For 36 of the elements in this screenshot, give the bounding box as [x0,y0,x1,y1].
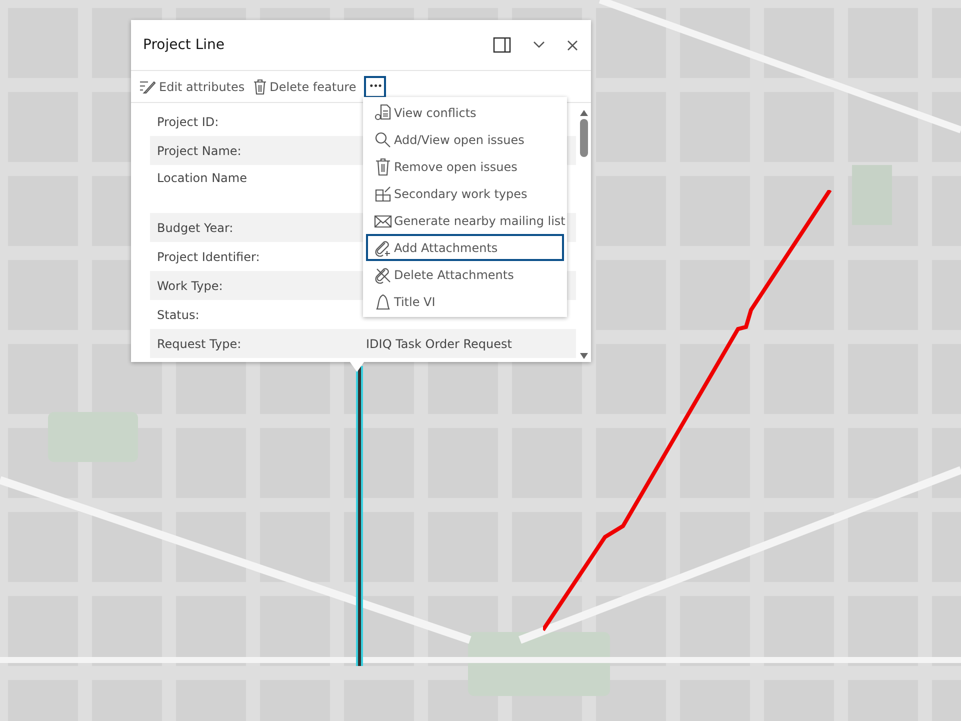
scroll-down-icon[interactable] [578,352,588,360]
field-label: Work Type: [156,278,224,292]
more-button[interactable]: ••• [364,76,386,98]
paperclip-plus-icon [374,238,392,256]
menu-item[interactable]: View conflicts [366,99,564,126]
trash-icon [374,158,392,176]
edit-attributes-button[interactable]: Edit attributes [139,79,245,94]
scroll-up-icon[interactable] [578,109,588,117]
field-label: Project Name: [156,144,242,158]
menu-item[interactable]: Generate nearby mailing list [366,207,564,234]
field-label: Location Name [156,171,248,185]
bell-icon [374,292,392,310]
collapse-icon[interactable] [533,41,545,49]
field-label: Status: [156,308,200,322]
search-icon [374,130,392,148]
grid-icon [374,184,392,202]
field-label: Project Identifier: [156,250,261,264]
paperclip-cross-icon [374,266,392,284]
menu-item[interactable]: Add Attachments [366,234,564,261]
menu-item[interactable]: Add/View open issues [366,126,564,153]
menu-item[interactable]: Secondary work types [366,180,564,207]
field-value: IDIQ Task Order Request [365,336,512,350]
menu-item[interactable]: Delete Attachments [366,261,564,288]
field-label: Request Type: [156,336,242,350]
document-icon [374,104,392,122]
trash-icon [252,78,267,94]
field-label: Project ID: [156,114,220,128]
dock-icon[interactable] [493,37,511,53]
scrollbar-thumb[interactable] [580,119,588,157]
popup-title: Project Line [143,37,226,53]
close-icon[interactable] [567,40,578,50]
menu-item[interactable]: Remove open issues [366,153,564,180]
field-label: Budget Year: [156,220,234,234]
pencil-icon [139,79,156,94]
delete-feature-button[interactable]: Delete feature [252,78,356,94]
menu-item[interactable]: Title VI [366,288,564,315]
